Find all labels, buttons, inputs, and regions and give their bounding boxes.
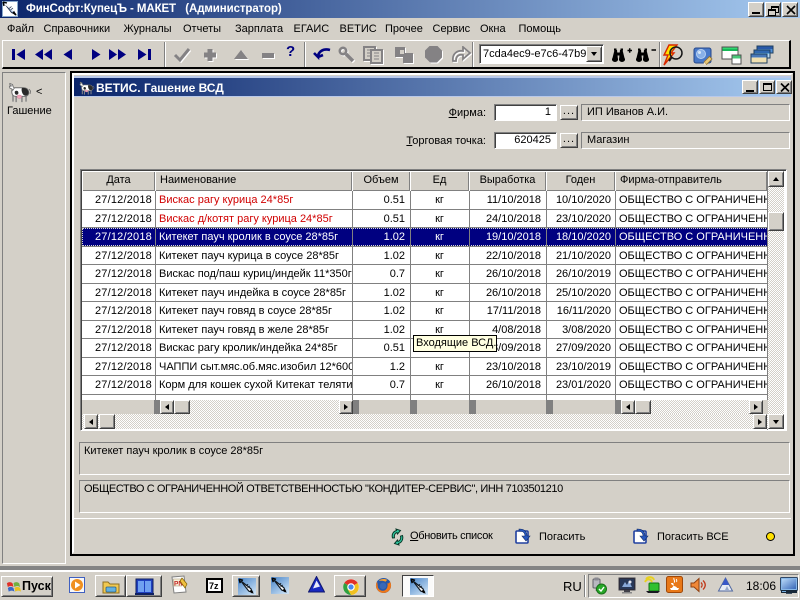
svg-text:7z: 7z (209, 581, 219, 591)
